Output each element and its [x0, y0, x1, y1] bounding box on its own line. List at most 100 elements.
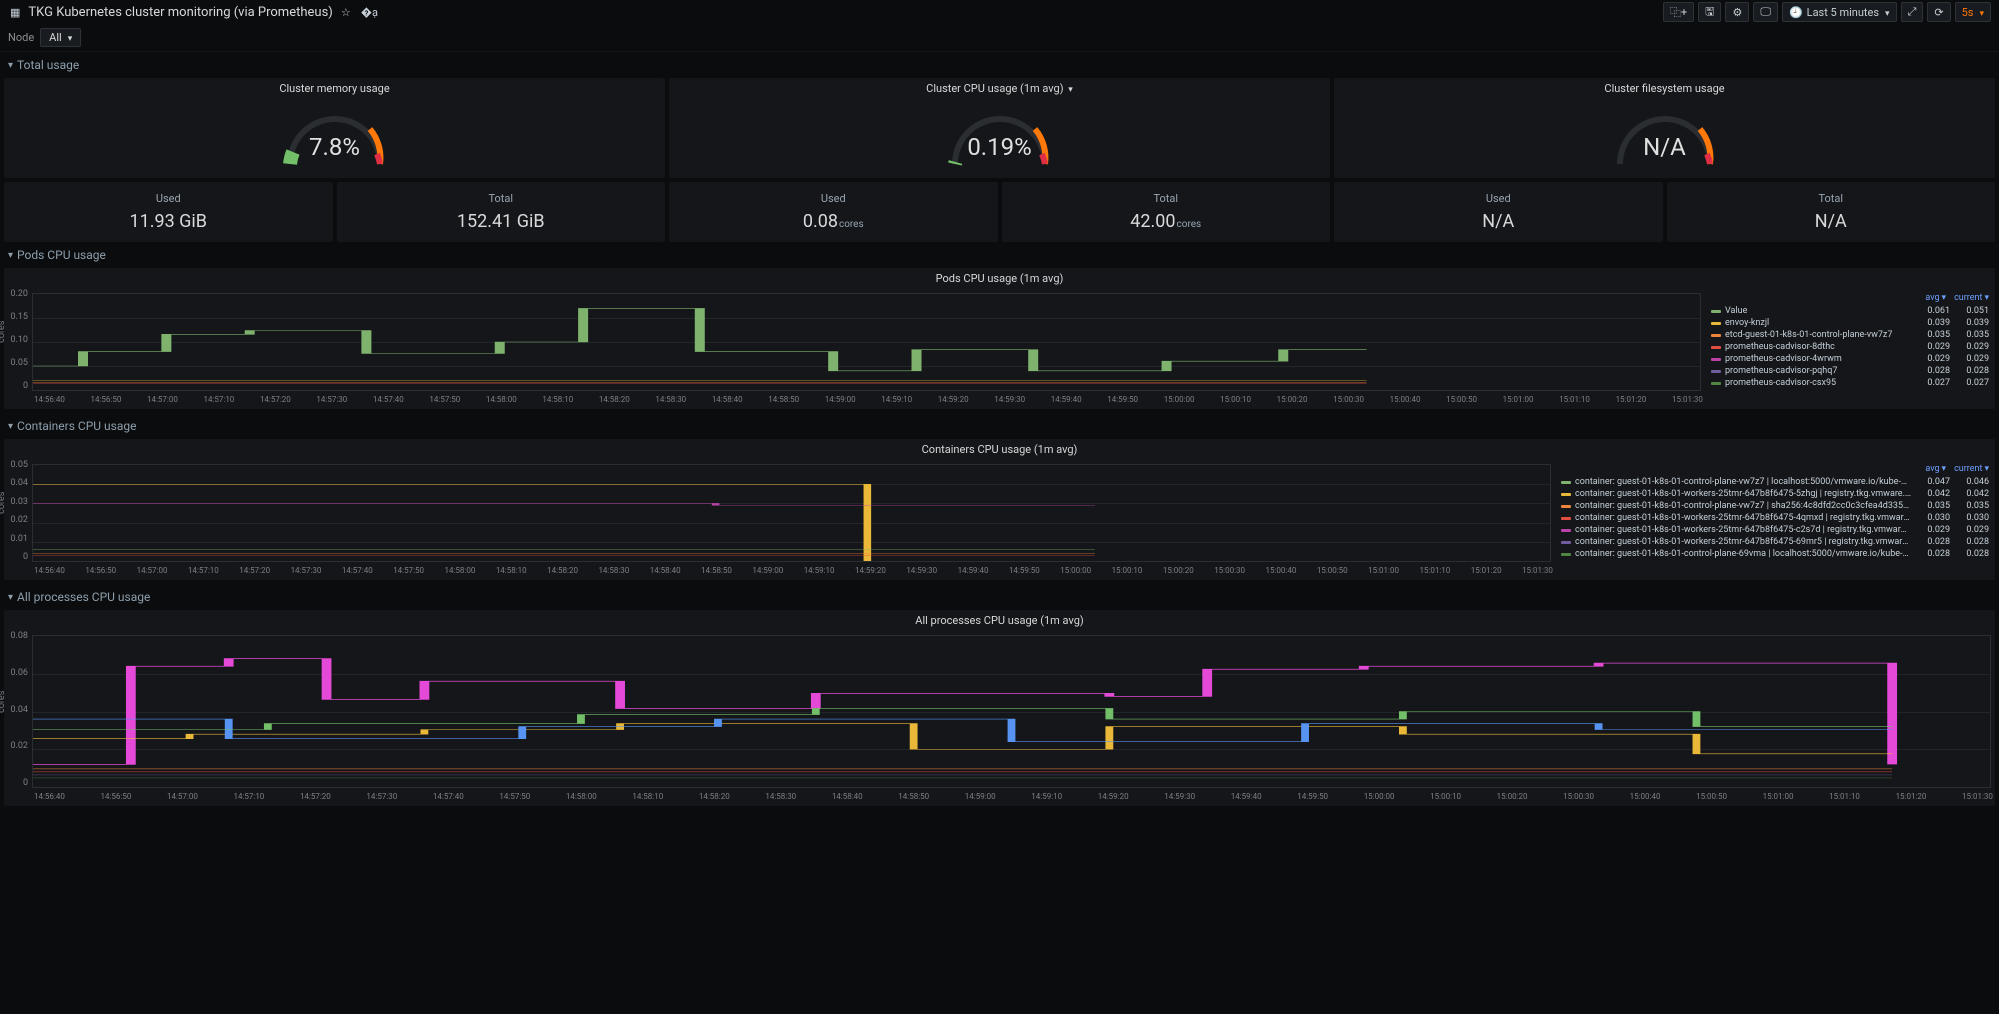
row-total-usage[interactable]: ▾ Total usage	[0, 52, 1999, 78]
plot-area	[32, 464, 1551, 562]
time-range-label: Last 5 minutes	[1807, 6, 1879, 19]
panel-pods-cpu[interactable]: Pods CPU usage (1m avg) 0.20 0.15 0.10 0…	[4, 268, 1995, 409]
stat-value: 0.08	[803, 211, 838, 232]
dashboard-title[interactable]: TKG Kubernetes cluster monitoring (via P…	[28, 5, 332, 20]
chevron-down-icon	[1977, 6, 1984, 19]
row-title: Containers CPU usage	[17, 419, 136, 433]
legend-item[interactable]: container: guest-01-k8s-01-workers-25tmr…	[1561, 524, 1989, 536]
variable-node-select[interactable]: All	[40, 28, 81, 47]
legend-item[interactable]: container: guest-01-k8s-01-control-plane…	[1561, 548, 1989, 560]
chevron-down-icon	[1066, 82, 1073, 95]
stat-mem-total[interactable]: Total 152.41 GiB	[337, 182, 666, 242]
stat-mem-used[interactable]: Used 11.93 GiB	[4, 182, 333, 242]
row-all-processes-cpu[interactable]: ▾ All processes CPU usage	[0, 584, 1999, 610]
legend-item[interactable]: container: guest-01-k8s-01-control-plane…	[1561, 500, 1989, 512]
stat-label: Used	[156, 192, 181, 205]
legend-item[interactable]: container: guest-01-k8s-01-workers-25tmr…	[1561, 488, 1989, 500]
stat-cpu-used[interactable]: Used 0.08cores	[669, 182, 998, 242]
x-axis: 14:56:4014:56:5014:57:0014:57:1014:57:20…	[32, 566, 1555, 580]
row-containers-cpu[interactable]: ▾ Containers CPU usage	[0, 413, 1999, 439]
legend-item[interactable]: prometheus-cadvisor-csx950.0270.027	[1711, 377, 1989, 389]
stat-unit: cores	[839, 219, 864, 230]
gauge-value: 7.8%	[309, 133, 360, 161]
panel-cluster-cpu-usage[interactable]: Cluster CPU usage (1m avg) 0.19%	[669, 78, 1330, 178]
legend-item[interactable]: envoy-knzjl0.0390.039	[1711, 317, 1989, 329]
legend-item[interactable]: container: guest-01-k8s-01-control-plane…	[1561, 476, 1989, 488]
chevron-down-icon: ▾	[8, 60, 13, 71]
variable-node-label: Node	[8, 31, 34, 44]
chevron-down-icon	[66, 31, 73, 44]
chart-legend[interactable]: avgcurrentValue0.0610.051envoy-knzjl0.03…	[1705, 289, 1995, 409]
stat-value: 152.41 GiB	[457, 211, 545, 232]
stat-fs-used[interactable]: Used N/A	[1334, 182, 1663, 242]
y-axis: 0.20 0.15 0.10 0.05 0	[4, 289, 32, 391]
stat-label: Total	[1818, 192, 1843, 205]
stat-unit: cores	[1177, 219, 1202, 230]
row-pods-cpu[interactable]: ▾ Pods CPU usage	[0, 242, 1999, 268]
legend-item[interactable]: Value0.0610.051	[1711, 305, 1989, 317]
plot-area	[32, 635, 1991, 788]
stat-cpu-total[interactable]: Total 42.00cores	[1002, 182, 1331, 242]
legend-item[interactable]: prometheus-cadvisor-pqhq70.0280.028	[1711, 365, 1989, 377]
stat-row: Used 11.93 GiB Total 152.41 GiB Used 0.0…	[0, 182, 1999, 242]
gauge-value: N/A	[1643, 133, 1686, 161]
plot-area	[32, 293, 1701, 391]
chart-plot[interactable]: 0.20 0.15 0.10 0.05 0 cores 14:56:4014:5…	[4, 289, 1705, 409]
zoom-out-button[interactable]: ⤢	[1901, 2, 1924, 22]
stat-label: Total	[1153, 192, 1178, 205]
refresh-interval-picker[interactable]: 5s	[1955, 2, 1991, 22]
panel-title: Containers CPU usage (1m avg)	[4, 439, 1995, 460]
stat-fs-total[interactable]: Total N/A	[1667, 182, 1996, 242]
chart-plot[interactable]: 0.08 0.06 0.04 0.02 0 cores	[4, 631, 1995, 806]
panel-title: Cluster filesystem usage	[1334, 78, 1995, 99]
grid-icon[interactable]: ▦	[8, 2, 22, 22]
variable-row: Node All	[0, 24, 1999, 52]
stat-label: Total	[488, 192, 513, 205]
stat-value: N/A	[1482, 211, 1514, 232]
row-title: Pods CPU usage	[17, 248, 106, 262]
y-axis-label: cores	[0, 492, 7, 514]
stat-value: N/A	[1815, 211, 1847, 232]
chevron-down-icon	[1883, 6, 1890, 19]
stat-value: 42.00	[1130, 211, 1175, 232]
refresh-button[interactable]: ⟳	[1927, 2, 1950, 22]
x-axis: 14:56:4014:56:5014:57:0014:57:1014:57:20…	[32, 792, 1995, 806]
panel-title: Cluster memory usage	[4, 78, 665, 99]
row-title: Total usage	[17, 58, 79, 72]
stat-label: Used	[1486, 192, 1511, 205]
panel-all-processes-cpu[interactable]: All processes CPU usage (1m avg) 0.08 0.…	[4, 610, 1995, 806]
settings-button[interactable]: ⚙	[1725, 2, 1749, 22]
legend-item[interactable]: prometheus-cadvisor-8dthc0.0290.029	[1711, 341, 1989, 353]
star-icon[interactable]: ☆	[339, 2, 353, 22]
time-range-picker[interactable]: 🕘 Last 5 minutes	[1782, 2, 1897, 22]
legend-item[interactable]: prometheus-cadvisor-4wrwm0.0290.029	[1711, 353, 1989, 365]
panel-cluster-filesystem-usage[interactable]: Cluster filesystem usage N/A	[1334, 78, 1995, 178]
legend-item[interactable]: etcd-guest-01-k8s-01-control-plane-vw7z7…	[1711, 329, 1989, 341]
refresh-interval-label: 5s	[1962, 6, 1974, 19]
save-button[interactable]: 🖫	[1698, 2, 1721, 22]
variable-node-value: All	[49, 31, 62, 44]
x-axis: 14:56:4014:56:5014:57:0014:57:1014:57:20…	[32, 395, 1705, 409]
share-icon[interactable]: �ạ	[359, 2, 380, 22]
legend-item[interactable]: container: guest-01-k8s-01-workers-25tmr…	[1561, 536, 1989, 548]
row-title: All processes CPU usage	[17, 590, 150, 604]
chevron-down-icon: ▾	[8, 250, 13, 261]
panel-containers-cpu[interactable]: Containers CPU usage (1m avg) 0.05 0.04 …	[4, 439, 1995, 580]
clock-icon: 🕘	[1789, 6, 1803, 19]
top-bar: ▦ TKG Kubernetes cluster monitoring (via…	[0, 0, 1999, 24]
stat-label: Used	[821, 192, 846, 205]
add-panel-button[interactable]: ⿻+	[1663, 2, 1694, 22]
chart-plot[interactable]: 0.05 0.04 0.03 0.02 0.01 0 cores	[4, 460, 1555, 580]
y-axis-label: cores	[0, 321, 7, 343]
y-axis: 0.08 0.06 0.04 0.02 0	[4, 631, 32, 788]
chevron-down-icon: ▾	[8, 421, 13, 432]
view-mode-button[interactable]: 🖵	[1753, 2, 1778, 22]
panel-title: Cluster CPU usage (1m avg)	[669, 78, 1330, 99]
legend-item[interactable]: container: guest-01-k8s-01-workers-25tmr…	[1561, 512, 1989, 524]
chevron-down-icon: ▾	[8, 592, 13, 603]
panel-title: All processes CPU usage (1m avg)	[4, 610, 1995, 631]
chart-legend[interactable]: avgcurrentcontainer: guest-01-k8s-01-con…	[1555, 460, 1995, 580]
gauge-value: 0.19%	[967, 133, 1031, 161]
panel-cluster-memory-usage[interactable]: Cluster memory usage 7.8%	[4, 78, 665, 178]
stat-value: 11.93 GiB	[129, 211, 207, 232]
